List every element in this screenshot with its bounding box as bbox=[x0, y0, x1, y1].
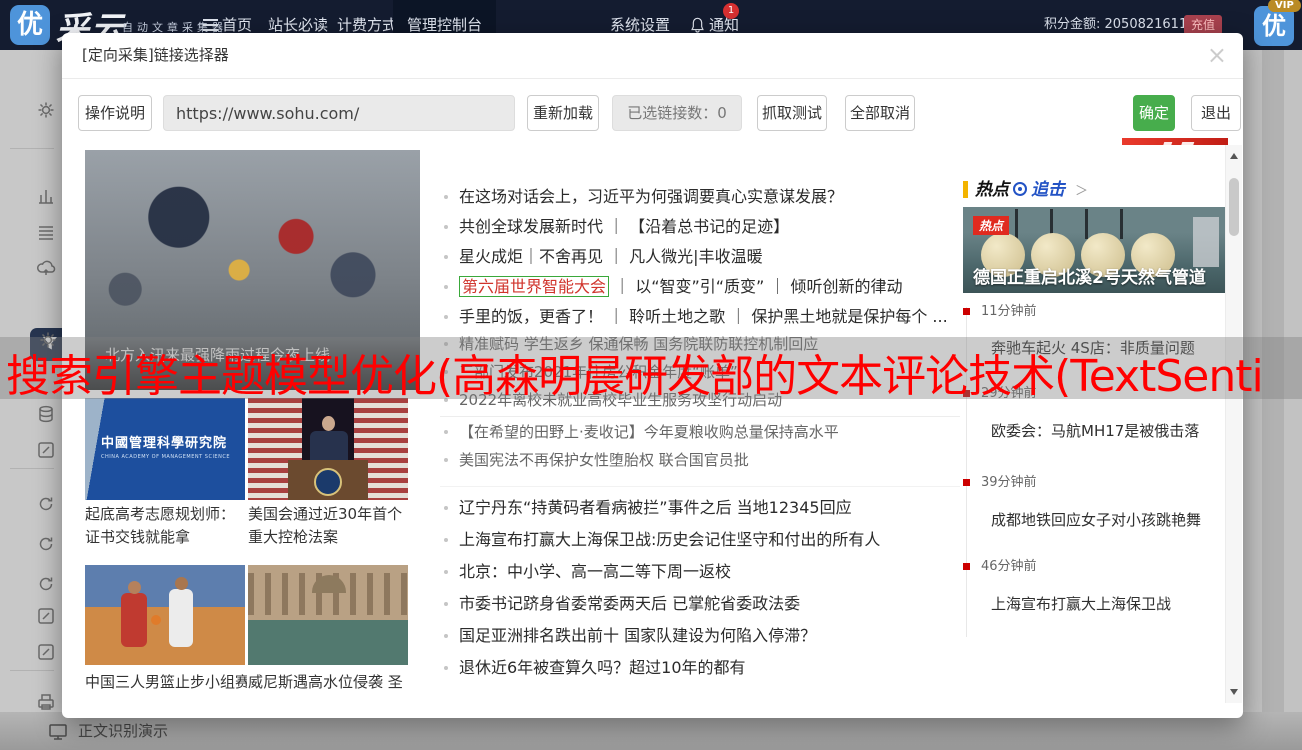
close-icon[interactable]: × bbox=[1207, 41, 1227, 69]
printer-icon[interactable] bbox=[36, 692, 56, 712]
news-image-basketball[interactable] bbox=[85, 565, 245, 665]
refresh-icon[interactable] bbox=[36, 534, 56, 554]
news-link[interactable]: 手里的饭，更香了！ ｜ 聆听土地之歌 ｜ 保护黑土地就是保护每个 ... bbox=[440, 302, 960, 332]
scrollbar-thumb[interactable] bbox=[1229, 178, 1239, 236]
sidebar-divider bbox=[10, 670, 54, 671]
news-link[interactable]: 在这场对话会上，习近平为何强调要真心实意谋发展？ bbox=[440, 182, 960, 212]
timeline-timestamp: 11分钟前 bbox=[963, 300, 1037, 319]
list-icon[interactable] bbox=[36, 222, 56, 242]
exit-button[interactable]: 退出 bbox=[1191, 95, 1241, 131]
news-image-academy[interactable]: 中國管理科學研究院 CHINA ACADEMY OF MANAGEMENT SC… bbox=[85, 398, 245, 500]
news-link[interactable]: 【在希望的田野上·麦收记】今年夏粮收购总量保持高水平 bbox=[440, 418, 960, 446]
yellow-bar bbox=[963, 181, 968, 198]
news-link[interactable]: 上海宣布打赢大上海保卫战:历史会记住坚守和付出的所有人 bbox=[440, 524, 960, 556]
notification-badge: 1 bbox=[723, 3, 739, 19]
recharge-button[interactable]: 充值 bbox=[1184, 15, 1222, 35]
more-arrow[interactable]: ＞ bbox=[1075, 184, 1088, 199]
news-link[interactable]: 国足亚洲排名跌出前十 国家队建设为何陷入停滞？ bbox=[440, 620, 960, 652]
image-caption[interactable]: 威尼斯遇高水位侵袭 圣 bbox=[248, 671, 420, 694]
database-icon[interactable] bbox=[36, 404, 56, 424]
image-caption[interactable]: 美国会通过近30年首个重大控枪法案 bbox=[248, 503, 410, 550]
watermark-text: 搜索引擎主题模型优化(高森明晨研发部的文本评论技术(TextSenti bbox=[6, 340, 1263, 399]
news-link[interactable]: 共创全球发展新时代 ｜ 【沿着总书记的足迹】 bbox=[440, 212, 960, 242]
target-icon bbox=[1012, 181, 1028, 197]
refresh-icon[interactable] bbox=[36, 494, 56, 514]
watermark-band: 搜索引擎主题模型优化(高森明晨研发部的文本评论技术(TextSenti bbox=[0, 337, 1302, 399]
monitor-icon bbox=[48, 722, 68, 742]
app-logo-icon[interactable]: 优 bbox=[10, 5, 50, 45]
edit-icon[interactable] bbox=[36, 606, 56, 626]
news-link[interactable]: 市委书记跻身省委常委两天后 已掌舵省委政法委 bbox=[440, 588, 960, 620]
window-right-edge bbox=[1243, 50, 1302, 750]
headline-group-1: 在这场对话会上，习近平为何强调要真心实意谋发展？ 共创全球发展新时代 ｜ 【沿着… bbox=[440, 182, 960, 332]
reload-button[interactable]: 重新加载 bbox=[527, 95, 599, 131]
list-divider bbox=[440, 416, 960, 417]
avatar[interactable]: 优 bbox=[1254, 6, 1294, 46]
edit-icon[interactable] bbox=[36, 642, 56, 662]
refresh-icon[interactable] bbox=[36, 574, 56, 594]
hot-tag: 热点 bbox=[973, 216, 1009, 235]
stats-chart-icon[interactable] bbox=[36, 186, 56, 206]
news-link[interactable]: 退休近6年被查算久吗？超过10年的都有 bbox=[440, 652, 960, 684]
edit-icon[interactable] bbox=[36, 440, 56, 460]
sidebar-divider bbox=[10, 148, 54, 149]
hot-news-link[interactable]: 成都地铁回应女子对小孩跳艳舞 bbox=[991, 509, 1201, 530]
confirm-button[interactable]: 确定 bbox=[1133, 95, 1175, 131]
cloud-upload-icon[interactable] bbox=[36, 258, 56, 278]
hamburger-icon bbox=[203, 19, 218, 31]
hot-news-image[interactable]: 热点 德国正重启北溪2号天然气管道 bbox=[963, 207, 1225, 293]
headline-group-4: 辽宁丹东“持黄码者看病被拦”事件之后 当地12345回应 上海宣布打赢大上海保卫… bbox=[440, 492, 960, 684]
hot-image-caption[interactable]: 德国正重启北溪2号天然气管道 bbox=[973, 263, 1206, 288]
news-image-podium[interactable] bbox=[248, 398, 408, 500]
list-divider bbox=[440, 486, 960, 487]
header-divider bbox=[62, 78, 1243, 79]
scroll-down-arrow-icon[interactable] bbox=[1230, 689, 1238, 695]
academy-sign-subtext: CHINA ACADEMY OF MANAGEMENT SCIENCE bbox=[101, 454, 230, 460]
hot-pursuit-header[interactable]: 热点追击＞ bbox=[963, 175, 1088, 197]
news-link[interactable]: 北京：中小学、高一高二等下周一返校 bbox=[440, 556, 960, 588]
settings-gear-icon[interactable] bbox=[36, 100, 56, 120]
hot-news-link[interactable]: 上海宣布打赢大上海保卫战 bbox=[991, 593, 1171, 614]
help-button[interactable]: 操作说明 bbox=[78, 95, 152, 131]
dialog-title: [定向采集]链接选择器 bbox=[82, 33, 229, 78]
scroll-up-arrow-icon[interactable] bbox=[1230, 153, 1238, 159]
news-link[interactable]: 美国宪法不再保护女性堕胎权 联合国官员批 bbox=[440, 446, 960, 474]
sidebar-divider bbox=[10, 468, 54, 469]
timeline-timestamp: 39分钟前 bbox=[963, 471, 1037, 490]
news-image-venice[interactable] bbox=[248, 565, 408, 665]
news-link[interactable]: 星火成炬｜不舍再见 ｜ 凡人微光|丰收温暖 bbox=[440, 242, 960, 272]
image-caption[interactable]: 中国三人男篮止步小组赛 bbox=[85, 671, 247, 694]
image-caption[interactable]: 起底高考志愿规划师：证书交钱就能拿 bbox=[85, 503, 247, 550]
news-link-selected[interactable]: 第六届世界智能大会 ｜ 以“智变”引“质变” ｜ 倾听创新的律动 bbox=[440, 272, 960, 302]
vip-badge: VIP bbox=[1268, 0, 1301, 12]
hot-news-link[interactable]: 欧委会：马航MH17是被俄击落 bbox=[991, 420, 1199, 441]
bell-icon bbox=[690, 16, 705, 34]
academy-sign-text: 中國管理科學研究院 bbox=[101, 432, 243, 451]
left-sidebar bbox=[0, 50, 64, 750]
selected-links-count: 已选链接数：0 bbox=[612, 95, 742, 131]
iframe-scrollbar[interactable] bbox=[1225, 145, 1242, 703]
timeline-timestamp: 46分钟前 bbox=[963, 555, 1037, 574]
embedded-webpage: 北方入汛来最强降雨过程今夜上线 中國管理科學研究院 CHINA ACADEMY … bbox=[85, 145, 1242, 703]
headline-group-3: 【在希望的田野上·麦收记】今年夏粮收购总量保持高水平 美国宪法不再保护女性堕胎权… bbox=[440, 418, 960, 474]
cancel-all-button[interactable]: 全部取消 bbox=[845, 95, 915, 131]
grab-test-button[interactable]: 抓取测试 bbox=[757, 95, 827, 131]
url-input[interactable] bbox=[163, 95, 515, 131]
news-link[interactable]: 辽宁丹东“持黄码者看病被拦”事件之后 当地12345回应 bbox=[440, 492, 960, 524]
selected-link-highlight[interactable]: 第六届世界智能大会 bbox=[459, 276, 609, 297]
